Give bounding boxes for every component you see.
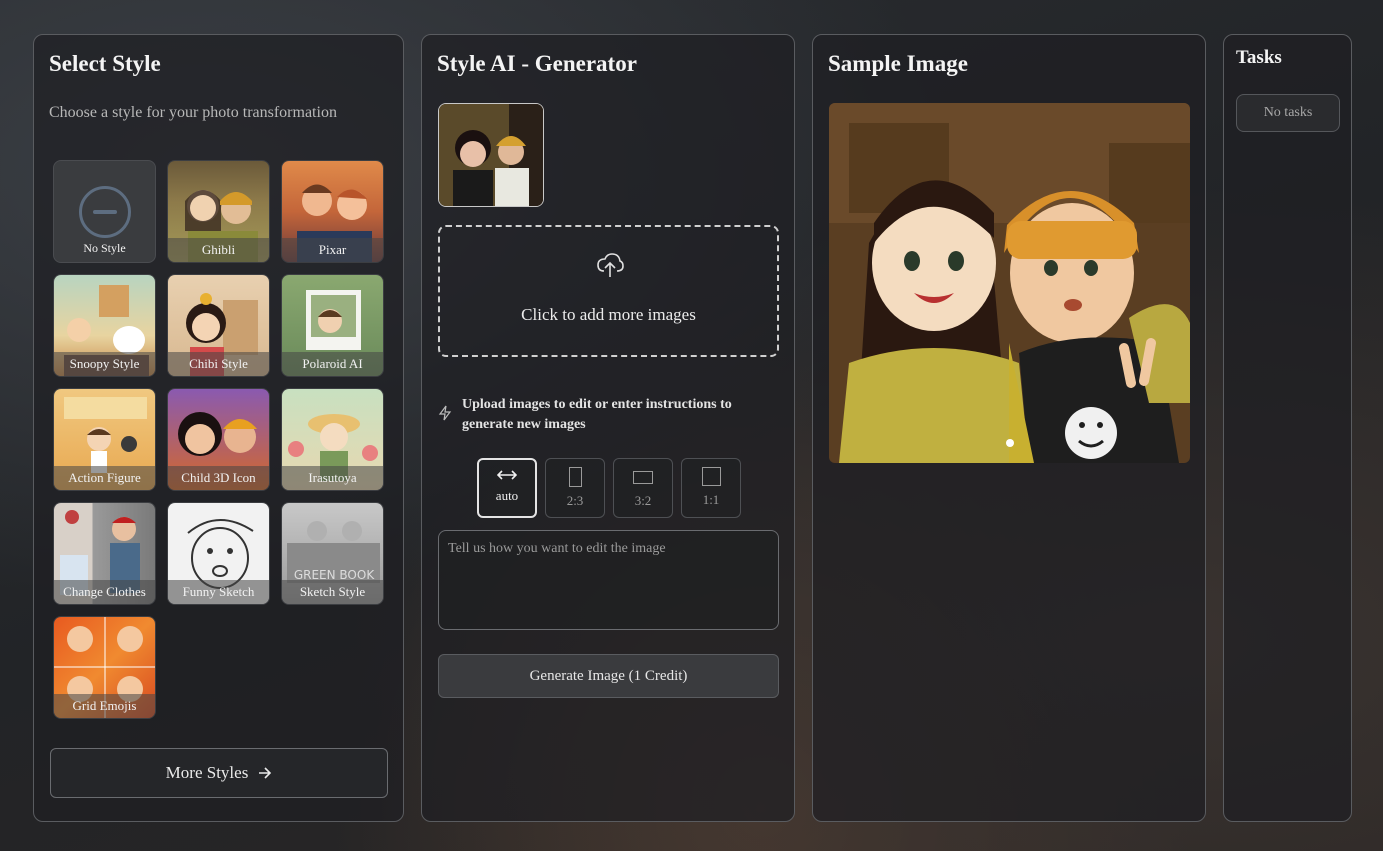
- style-label: Change Clothes: [54, 580, 155, 604]
- arrows-horizontal-icon: [497, 470, 517, 480]
- style-tile-child-3d-icon[interactable]: Child 3D Icon: [167, 388, 270, 491]
- portrait-rect-icon: [568, 467, 582, 487]
- style-tile-polaroid[interactable]: Polaroid AI: [281, 274, 384, 377]
- ratio-2-3[interactable]: 2:3: [545, 458, 605, 518]
- ratio-label: 1:1: [702, 492, 720, 507]
- hint-text: Upload images to edit or enter instructi…: [462, 397, 732, 432]
- more-styles-label: More Styles: [165, 763, 249, 782]
- lightning-icon: [438, 405, 452, 421]
- tasks-panel: Tasks No tasks: [1223, 34, 1352, 822]
- style-tile-funny-sketch[interactable]: Funny Sketch: [167, 502, 270, 605]
- style-tile-action-figure[interactable]: Action Figure: [53, 388, 156, 491]
- style-tile-grid-emojis[interactable]: Grid Emojis: [53, 616, 156, 719]
- uploaded-image-thumbnail[interactable]: [438, 103, 544, 207]
- no-tasks-badge: No tasks: [1236, 94, 1340, 132]
- ratio-label: auto: [495, 488, 519, 503]
- more-styles-button[interactable]: More Styles: [50, 748, 388, 798]
- no-style-icon: [79, 186, 131, 238]
- style-tile-change-clothes[interactable]: Change Clothes: [53, 502, 156, 605]
- style-label: Child 3D Icon: [168, 466, 269, 490]
- style-tile-chibi[interactable]: Chibi Style: [167, 274, 270, 377]
- ratio-1-1[interactable]: 1:1: [681, 458, 741, 518]
- panel-title: Tasks: [1236, 47, 1282, 68]
- style-tile-ghibli[interactable]: Ghibli: [167, 160, 270, 263]
- sample-image-panel: Sample Image: [812, 34, 1206, 822]
- style-label: No Style: [83, 241, 126, 255]
- style-label: Pixar: [282, 238, 383, 262]
- ratio-label: 2:3: [566, 493, 584, 508]
- aspect-ratio-selector: auto 2:3 3:2 1:1: [477, 458, 741, 518]
- landscape-rect-icon: [633, 471, 653, 484]
- panel-subtitle: Choose a style for your photo transforma…: [49, 104, 337, 121]
- style-label: Polaroid AI: [282, 352, 383, 376]
- ratio-label: 3:2: [634, 493, 652, 508]
- cloud-upload-icon: [597, 253, 624, 277]
- generator-panel: Style AI - Generator Click to add more i…: [421, 34, 795, 822]
- style-label: Sketch Style: [282, 580, 383, 604]
- square-icon: [701, 467, 721, 486]
- style-label: Ghibli: [168, 238, 269, 262]
- panel-title: Sample Image: [828, 51, 968, 76]
- style-tile-snoopy[interactable]: Snoopy Style: [53, 274, 156, 377]
- carousel-dot[interactable]: [1006, 439, 1014, 447]
- select-style-panel: Select Style Choose a style for your pho…: [33, 34, 404, 822]
- style-label: Snoopy Style: [54, 352, 155, 376]
- ratio-3-2[interactable]: 3:2: [613, 458, 673, 518]
- style-tile-sketch-style[interactable]: GREEN BOOK Sketch Style: [281, 502, 384, 605]
- generator-hint: Upload images to edit or enter instructi…: [438, 395, 758, 435]
- panel-title: Style AI - Generator: [437, 51, 637, 76]
- style-tile-irasutoya[interactable]: Irasutoya: [281, 388, 384, 491]
- dropzone-text: Click to add more images: [521, 305, 696, 324]
- generate-image-button[interactable]: Generate Image (1 Credit): [438, 654, 779, 698]
- style-label: Chibi Style: [168, 352, 269, 376]
- panel-title: Select Style: [49, 51, 161, 76]
- style-tile-pixar[interactable]: Pixar: [281, 160, 384, 263]
- edit-prompt-input[interactable]: [438, 530, 779, 630]
- arrow-right-icon: [259, 767, 272, 779]
- style-label: Grid Emojis: [54, 694, 155, 718]
- sample-image: [829, 103, 1190, 463]
- add-images-dropzone[interactable]: Click to add more images: [438, 225, 779, 357]
- style-label: Funny Sketch: [168, 580, 269, 604]
- style-label: Irasutoya: [282, 466, 383, 490]
- style-label: Action Figure: [54, 466, 155, 490]
- ratio-auto[interactable]: auto: [477, 458, 537, 518]
- style-tile-no-style[interactable]: No Style: [53, 160, 156, 263]
